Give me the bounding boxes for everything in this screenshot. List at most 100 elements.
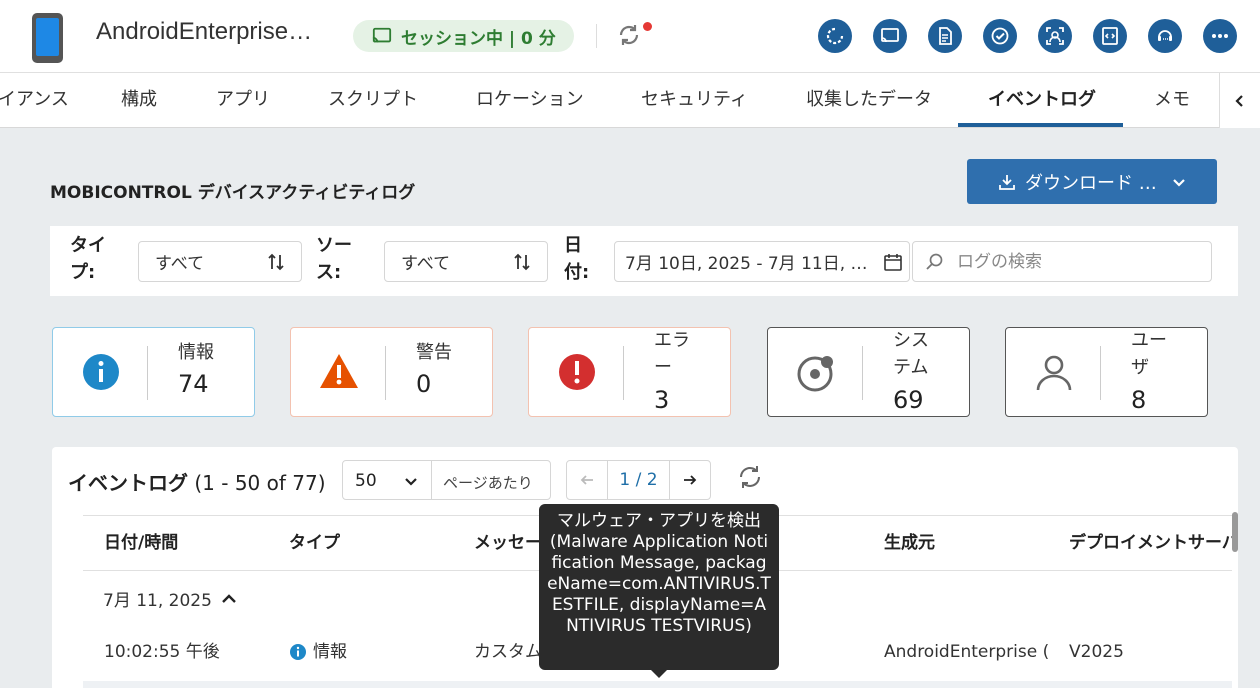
date-filter-label: 日 付: (564, 232, 589, 286)
download-button[interactable]: ダウンロード … (967, 159, 1217, 204)
date-range-field[interactable]: 7月 10日, 2025 - 7月 11日, 2025 (614, 241, 910, 282)
support-icon[interactable] (1148, 19, 1182, 53)
tab-scripts[interactable]: スクリプト (328, 73, 418, 128)
filter-bar: タイ プ: すべて ソー ス: すべて 日 付: 7月 10日, 2025 - … (50, 226, 1238, 296)
cast-icon (372, 27, 392, 43)
tab-notes[interactable]: メモ (1154, 73, 1190, 128)
stat-card-error[interactable]: エラ ー 3 (528, 327, 731, 417)
stat-value: 0 (416, 370, 432, 398)
page-indicator[interactable]: 1 / 2 (607, 461, 670, 499)
column-header-deployment-server[interactable]: デプロイメントサーバ (1069, 516, 1232, 570)
tab-security[interactable]: セキュリティ (641, 73, 748, 128)
column-header-datetime[interactable]: 日付/時間 (104, 516, 178, 570)
source-filter-value: すべて (401, 254, 451, 274)
column-header-type[interactable]: タイプ (289, 516, 340, 570)
stat-card-warning[interactable]: 警告 0 (290, 327, 493, 417)
cell-time: 10:02:55 午後 (104, 642, 220, 662)
column-header-source[interactable]: 生成元 (884, 516, 935, 570)
chevron-up-icon (222, 593, 236, 603)
section-title: MOBICONTROL デバイスアクティビティログ (50, 183, 416, 203)
prev-page-button[interactable] (567, 461, 607, 499)
message-tooltip: マルウェア・アプリを検出 (Malware Application Notifi… (539, 504, 779, 678)
info-icon (290, 644, 306, 660)
tab-event-log[interactable]: イベントログ (988, 73, 1096, 128)
per-page-divider (431, 461, 432, 499)
per-page-label: ページあたり (443, 474, 533, 492)
scan-icon[interactable] (1038, 19, 1072, 53)
stat-card-system[interactable]: シス テム 69 (767, 327, 970, 417)
log-search-box[interactable] (912, 241, 1212, 282)
stat-value: 8 (1131, 386, 1147, 414)
stat-label-line2: テム (893, 357, 929, 378)
cell-source: AndroidEnterprise ( (884, 642, 1049, 662)
download-icon (999, 174, 1015, 190)
type-filter-label: タイ プ: (70, 232, 106, 286)
table-row-next (83, 681, 1232, 688)
next-page-button[interactable] (670, 461, 710, 499)
stat-card-divider (1100, 346, 1101, 400)
cell-deployment-server: V2025 (1069, 642, 1124, 662)
stat-card-divider (862, 346, 863, 400)
source-filter-select[interactable]: すべて (384, 241, 548, 282)
date-range-value: 7月 10日, 2025 - 7月 11日, 2025 (625, 254, 875, 274)
arrow-right-icon (684, 475, 697, 485)
check-icon[interactable] (983, 19, 1017, 53)
per-page-select[interactable]: 50 ページあたり (342, 460, 551, 500)
sync-icon[interactable] (614, 20, 644, 50)
stat-label: 警告 (416, 342, 452, 363)
stat-value: 74 (178, 370, 209, 398)
stat-card-divider (623, 346, 624, 400)
tab-bar: イアンス 構成 アプリ スクリプト ロケーション セキュリティ 収集したデータ … (0, 73, 1260, 128)
tab-compliance[interactable]: イアンス (0, 73, 69, 128)
sort-icon (268, 253, 284, 271)
session-badge: セッション中 | 0 分 (353, 20, 574, 52)
chevron-down-icon (405, 478, 417, 486)
tab-collected-data[interactable]: 収集したデータ (806, 73, 932, 128)
info-icon (83, 354, 119, 390)
tab-location[interactable]: ロケーション (476, 73, 584, 128)
stat-label-line2: ー (654, 357, 672, 378)
stat-label: エラ ー (654, 327, 690, 381)
warning-icon (320, 354, 358, 388)
more-icon[interactable] (1203, 19, 1237, 53)
sort-icon (514, 253, 530, 271)
cast-icon[interactable] (873, 19, 907, 53)
event-log-range: (1 - 50 of 77) (194, 471, 326, 495)
cell-type-label: 情報 (313, 642, 347, 662)
pagination: 1 / 2 (566, 460, 711, 500)
date-filter-label-line2: 付: (564, 262, 590, 283)
stat-label-line1: エラ (654, 330, 690, 351)
stat-card-divider (147, 346, 148, 400)
log-search-input[interactable] (957, 251, 1197, 272)
refresh-icon[interactable] (736, 463, 764, 491)
lock-icon[interactable] (818, 19, 852, 53)
tab-configuration[interactable]: 構成 (121, 73, 157, 128)
stat-card-info[interactable]: 情報 74 (52, 327, 255, 417)
date-group-row[interactable]: 7月 11, 2025 (103, 586, 238, 611)
phone-icon (32, 13, 63, 63)
download-label: ダウンロード … (1025, 172, 1157, 194)
table-scrollbar[interactable] (1232, 512, 1238, 552)
tab-apps[interactable]: アプリ (216, 73, 270, 128)
header-divider (596, 24, 597, 48)
source-filter-label-line2: ス: (316, 262, 342, 283)
script-icon[interactable] (1093, 19, 1127, 53)
event-log-heading: イベントログ (68, 471, 188, 495)
chevron-left-icon (1235, 94, 1243, 107)
stat-label-line1: シス (893, 330, 929, 351)
search-icon (926, 253, 943, 270)
stat-value: 69 (893, 386, 924, 414)
document-icon[interactable] (928, 19, 962, 53)
date-filter-label-line1: 日 (564, 235, 582, 256)
stat-label-line2: ザ (1131, 357, 1149, 378)
tab-scroll-left-button[interactable] (1219, 73, 1260, 128)
app-header: AndroidEnterprise… セッション中 | 0 分 (0, 0, 1260, 73)
type-filter-label-line1: タイ (70, 235, 106, 256)
type-filter-select[interactable]: すべて (138, 241, 302, 282)
active-tab-indicator (958, 123, 1123, 127)
source-filter-label: ソー ス: (316, 232, 352, 286)
source-filter-label-line1: ソー (316, 235, 352, 256)
type-filter-label-line2: プ: (70, 262, 96, 283)
stat-card-user[interactable]: ユー ザ 8 (1005, 327, 1208, 417)
stat-card-divider (385, 346, 386, 400)
